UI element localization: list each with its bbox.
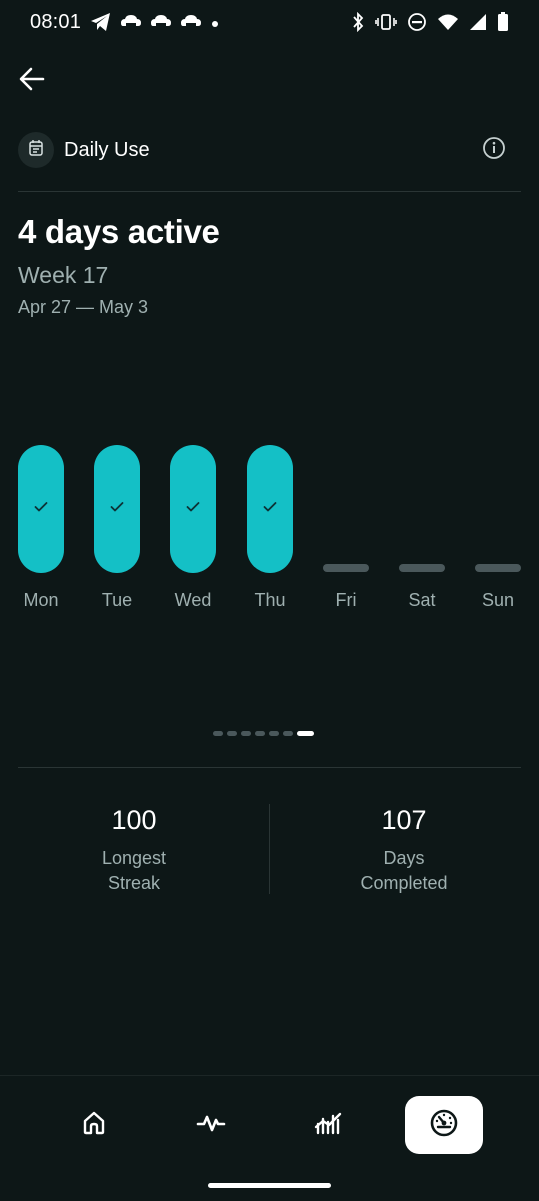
- week-label: Week 17: [18, 262, 109, 288]
- date-range: Apr 27 — May 3: [18, 297, 149, 317]
- longest-streak-label: Longest Streak: [34, 846, 234, 896]
- day-column-mon: Mon: [18, 420, 64, 620]
- signal-icon: [469, 13, 487, 36]
- day-bar-completed: [170, 445, 216, 573]
- status-bar: 08:01: [0, 0, 539, 48]
- activity-pulse-icon: [196, 1110, 226, 1141]
- day-bar-completed: [94, 445, 140, 573]
- telegram-icon: [90, 12, 112, 37]
- days-completed-label-line2: Completed: [360, 873, 448, 893]
- status-right-icons: [351, 11, 509, 37]
- stats-vertical-divider: [269, 804, 270, 894]
- day-column-fri: Fri: [323, 420, 369, 620]
- days-completed-label: Days Completed: [304, 846, 504, 896]
- status-time: 08:01: [30, 11, 82, 33]
- notification-dot-icon: [210, 16, 220, 34]
- page-dot-active[interactable]: [297, 731, 314, 736]
- days-completed-label-line1: Days: [383, 848, 425, 868]
- daily-use-header: Daily Use: [18, 130, 521, 172]
- day-label: Sun: [481, 590, 515, 610]
- day-column-sun: Sun: [475, 420, 521, 620]
- page-dot[interactable]: [227, 731, 237, 736]
- day-column-thu: Thu: [247, 420, 293, 620]
- vibrate-icon: [375, 12, 397, 37]
- day-bar-completed: [247, 445, 293, 573]
- info-icon: [482, 136, 506, 165]
- days-completed-stat: 107 Days Completed: [304, 802, 504, 896]
- page-dot[interactable]: [283, 731, 293, 736]
- checkmark-icon: [34, 500, 48, 518]
- page-dot[interactable]: [255, 731, 265, 736]
- day-column-sat: Sat: [399, 420, 445, 620]
- trends-chart-icon: [313, 1109, 343, 1142]
- day-bar-empty: [475, 564, 521, 572]
- home-icon: [81, 1110, 107, 1141]
- day-label: Mon: [23, 590, 59, 610]
- header-icon-badge: [18, 132, 54, 168]
- pagination-dots: [213, 731, 314, 736]
- nav-home-button[interactable]: [55, 1096, 133, 1154]
- longest-streak-value: 100: [111, 805, 157, 835]
- status-left-icons: [90, 12, 220, 37]
- cloud-app-icon: [120, 13, 142, 36]
- back-button[interactable]: [14, 63, 50, 99]
- stats-divider: [18, 767, 521, 768]
- dashboard-gauge-icon: [429, 1108, 459, 1143]
- longest-streak-label-line2: Streak: [107, 873, 161, 893]
- info-button[interactable]: [481, 136, 507, 165]
- checkmark-icon: [263, 500, 277, 518]
- cloud-app-icon: [180, 13, 202, 36]
- nav-activity-button[interactable]: [172, 1096, 250, 1154]
- day-label: Fri: [335, 590, 357, 610]
- page-dot[interactable]: [269, 731, 279, 736]
- day-column-wed: Wed: [170, 420, 216, 620]
- do-not-disturb-icon: [407, 12, 427, 37]
- day-label: Thu: [254, 590, 286, 610]
- arrow-left-icon: [18, 65, 46, 98]
- day-bar-completed: [18, 445, 64, 573]
- checkmark-icon: [110, 500, 124, 518]
- day-label: Tue: [101, 590, 133, 610]
- checkmark-icon: [186, 500, 200, 518]
- nav-dashboard-button[interactable]: [405, 1096, 483, 1154]
- bluetooth-icon: [351, 11, 365, 37]
- header-title: Daily Use: [64, 139, 150, 161]
- nav-trends-button[interactable]: [289, 1096, 367, 1154]
- day-bar-empty: [323, 564, 369, 572]
- battery-icon: [497, 12, 509, 37]
- day-label: Sat: [408, 590, 436, 610]
- days-active-headline: 4 days active: [18, 213, 220, 250]
- day-column-tue: Tue: [94, 420, 140, 620]
- longest-streak-label-line1: Longest: [101, 848, 167, 868]
- home-gesture-bar[interactable]: [208, 1183, 331, 1188]
- longest-streak-stat: 100 Longest Streak: [34, 802, 234, 896]
- calendar-icon: [27, 139, 45, 162]
- day-bar-empty: [399, 564, 445, 572]
- header-divider: [18, 191, 521, 192]
- day-label: Wed: [174, 590, 212, 610]
- days-completed-value: 107: [381, 805, 427, 835]
- page-dot[interactable]: [213, 731, 223, 736]
- wifi-icon: [437, 13, 459, 36]
- page-dot[interactable]: [241, 731, 251, 736]
- cloud-app-icon: [150, 13, 172, 36]
